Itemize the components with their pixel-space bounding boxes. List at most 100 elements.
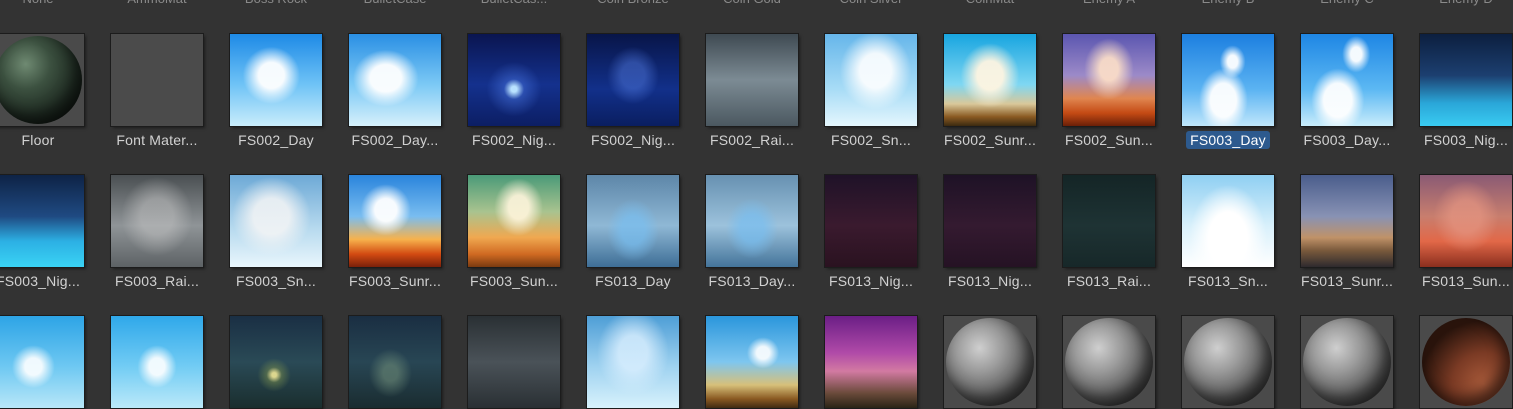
grey-sphere-icon[interactable] xyxy=(1301,316,1393,408)
asset-grid: NoneAmmoMatBoss RockBulletCaseBulletCas.… xyxy=(0,0,1513,409)
planet-sphere-icon[interactable] xyxy=(1420,316,1512,408)
sky-sunset-icon[interactable] xyxy=(706,316,798,408)
asset-label[interactable]: FS013_Nig... xyxy=(932,272,1048,290)
sky-rain-icon[interactable] xyxy=(468,316,560,408)
asset-label-text: FS002_Sunr... xyxy=(943,132,1037,148)
asset-label-text: FS003_Day xyxy=(1186,131,1270,149)
sky-snow-icon[interactable] xyxy=(587,316,679,408)
asset-label-text: Floor xyxy=(21,132,55,148)
asset-label-text: FS003_Nig... xyxy=(1423,132,1509,148)
asset-label-text: FS002_Day... xyxy=(351,132,439,148)
sphere-preview xyxy=(1422,318,1510,406)
sky-night-icon[interactable] xyxy=(349,316,441,408)
asset-label[interactable]: FS002_Day xyxy=(218,131,334,149)
asset-label[interactable]: FS002_Sunr... xyxy=(932,131,1048,149)
asset-label[interactable]: FS002_Day... xyxy=(337,131,453,149)
grey-sphere-icon[interactable] xyxy=(944,316,1036,408)
asset-label[interactable]: FS003_Day xyxy=(1170,131,1286,149)
dark-green-sphere-icon[interactable] xyxy=(0,34,84,126)
asset-label-text: FS013_Sunr... xyxy=(1300,273,1394,289)
asset-label: None xyxy=(0,0,96,7)
asset-label[interactable]: FS002_Sun... xyxy=(1051,131,1167,149)
sky-sunrise-icon[interactable] xyxy=(1301,175,1393,267)
asset-label[interactable]: FS002_Nig... xyxy=(575,131,691,149)
asset-label[interactable]: FS003_Sun... xyxy=(456,272,572,290)
grey-sphere-icon[interactable] xyxy=(1182,316,1274,408)
asset-label[interactable]: FS003_Nig... xyxy=(1408,131,1513,149)
sky-snow-icon[interactable] xyxy=(1182,175,1274,267)
sky-rain-icon[interactable] xyxy=(111,175,203,267)
sky-rain-icon[interactable] xyxy=(706,34,798,126)
asset-label: Enemy B xyxy=(1170,0,1286,7)
sky-day-icon[interactable] xyxy=(1301,34,1393,126)
grey-sphere-icon[interactable] xyxy=(1063,316,1155,408)
sky-sunset-icon[interactable] xyxy=(1420,175,1512,267)
sky-rain-icon[interactable] xyxy=(1063,175,1155,267)
sky-night-icon[interactable] xyxy=(1420,34,1512,126)
asset-label[interactable]: FS003_Day... xyxy=(1289,131,1405,149)
asset-label-text: FS002_Sun... xyxy=(1064,132,1153,148)
asset-label: CoinMat xyxy=(932,0,1048,7)
sky-night-icon[interactable] xyxy=(587,34,679,126)
sky-day-icon[interactable] xyxy=(706,175,798,267)
sphere-preview xyxy=(946,318,1034,406)
asset-label-text: FS003_Day... xyxy=(1303,132,1391,148)
sky-snow-icon[interactable] xyxy=(230,175,322,267)
sphere-preview xyxy=(0,36,82,124)
sky-sunrise-icon[interactable] xyxy=(944,34,1036,126)
sky-dusk-icon[interactable] xyxy=(825,316,917,408)
asset-label: Coin Gold xyxy=(694,0,810,7)
sky-day-icon[interactable] xyxy=(587,175,679,267)
asset-label[interactable]: Floor xyxy=(0,131,96,149)
sky-night-icon[interactable] xyxy=(468,34,560,126)
sky-snow-icon[interactable] xyxy=(825,34,917,126)
sky-sunset-icon[interactable] xyxy=(1063,34,1155,126)
asset-label-text: FS003_Sn... xyxy=(235,273,317,289)
asset-label[interactable]: FS002_Rai... xyxy=(694,131,810,149)
sky-sunset-icon[interactable] xyxy=(468,175,560,267)
asset-label: Enemy D xyxy=(1408,0,1513,7)
asset-label[interactable]: FS003_Sn... xyxy=(218,272,334,290)
sky-night-icon[interactable] xyxy=(944,175,1036,267)
asset-label[interactable]: FS003_Nig... xyxy=(0,272,96,290)
asset-label-text: FS002_Rai... xyxy=(709,132,795,148)
asset-label[interactable]: FS013_Rai... xyxy=(1051,272,1167,290)
font-material-icon[interactable] xyxy=(111,34,203,126)
asset-label-text: FS003_Nig... xyxy=(0,273,81,289)
asset-label-text: FS003_Sun... xyxy=(469,273,558,289)
asset-label-text: Font Mater... xyxy=(116,132,198,148)
sky-day-icon[interactable] xyxy=(111,316,203,408)
asset-label-text: FS003_Sunr... xyxy=(348,273,442,289)
asset-label[interactable]: FS013_Sun... xyxy=(1408,272,1513,290)
asset-label-text: FS013_Day xyxy=(595,273,671,289)
asset-label-text: FS002_Sn... xyxy=(830,132,912,148)
sky-sunrise-icon[interactable] xyxy=(349,175,441,267)
sky-day-icon[interactable] xyxy=(349,34,441,126)
asset-label-text: FS013_Day... xyxy=(708,273,796,289)
asset-label-text: FS013_Sn... xyxy=(1187,273,1269,289)
asset-label: BulletCase xyxy=(337,0,453,7)
asset-label-text: FS002_Day xyxy=(238,132,314,148)
sky-night-icon[interactable] xyxy=(825,175,917,267)
asset-label[interactable]: FS013_Sunr... xyxy=(1289,272,1405,290)
asset-label: Coin Bronze xyxy=(575,0,691,7)
sky-day-icon[interactable] xyxy=(0,316,84,408)
asset-label[interactable]: FS013_Day... xyxy=(694,272,810,290)
sky-day-icon[interactable] xyxy=(230,34,322,126)
sky-night-icon[interactable] xyxy=(230,316,322,408)
asset-label[interactable]: FS013_Day xyxy=(575,272,691,290)
asset-label-text: FS013_Nig... xyxy=(947,273,1033,289)
asset-label[interactable]: Font Mater... xyxy=(99,131,215,149)
asset-label[interactable]: FS002_Nig... xyxy=(456,131,572,149)
asset-label[interactable]: FS003_Sunr... xyxy=(337,272,453,290)
asset-label[interactable]: FS003_Rai... xyxy=(99,272,215,290)
asset-label[interactable]: FS002_Sn... xyxy=(813,131,929,149)
sphere-preview xyxy=(1184,318,1272,406)
asset-label-text: FS003_Rai... xyxy=(114,273,200,289)
asset-label[interactable]: FS013_Nig... xyxy=(813,272,929,290)
sky-night-icon[interactable] xyxy=(0,175,84,267)
sphere-preview xyxy=(1065,318,1153,406)
sky-day-icon[interactable] xyxy=(1182,34,1274,126)
asset-label[interactable]: FS013_Sn... xyxy=(1170,272,1286,290)
asset-label: Coin Silver xyxy=(813,0,929,7)
